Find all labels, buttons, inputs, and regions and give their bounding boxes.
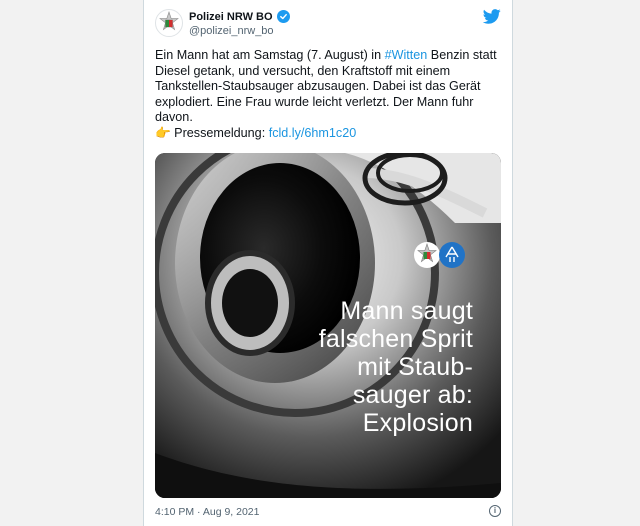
avatar[interactable] xyxy=(155,9,183,37)
overlay-line: mit Staub- xyxy=(357,353,473,381)
tweet-text: Ein Mann hat am Samstag (7. August) in #… xyxy=(155,48,505,141)
twitter-bird-icon[interactable] xyxy=(483,9,501,24)
police-star-avatar-icon xyxy=(159,11,179,31)
info-icon[interactable]: i xyxy=(489,505,501,517)
overlay-line: Mann saugt xyxy=(340,297,473,325)
press-label: Pressemeldung: xyxy=(170,125,269,140)
overlay-line: Explosion xyxy=(362,409,473,437)
author-name-row[interactable]: Polizei NRW BO xyxy=(189,10,290,23)
tweet-timestamp[interactable]: 4:10 PM · Aug 9, 2021 xyxy=(155,506,260,518)
author-handle[interactable]: @polizei_nrw_bo xyxy=(189,25,274,37)
tweet-card: Polizei NRW BO @polizei_nrw_bo Ein Mann … xyxy=(143,0,513,526)
hashtag-link[interactable]: #Witten xyxy=(385,48,428,62)
overlay-line: sauger ab: xyxy=(352,381,473,409)
tweet-text-part-1: Ein Mann hat am Samstag (7. August) in xyxy=(155,48,385,62)
verified-badge-icon xyxy=(276,10,290,23)
author-name[interactable]: Polizei NRW BO xyxy=(189,11,273,23)
media-overlay-title: Mann saugt falschen Sprit mit Staub- sau… xyxy=(273,297,473,437)
press-link[interactable]: fcld.ly/6hm1c20 xyxy=(269,126,357,140)
police-star-logo xyxy=(414,242,440,268)
overlay-line: falschen Sprit xyxy=(318,325,473,353)
police-blue-logo xyxy=(439,242,465,268)
tweet-media-image[interactable]: Mann saugt falschen Sprit mit Staub- sau… xyxy=(155,153,501,498)
pointing-hand-icon: 👉 xyxy=(155,125,171,140)
